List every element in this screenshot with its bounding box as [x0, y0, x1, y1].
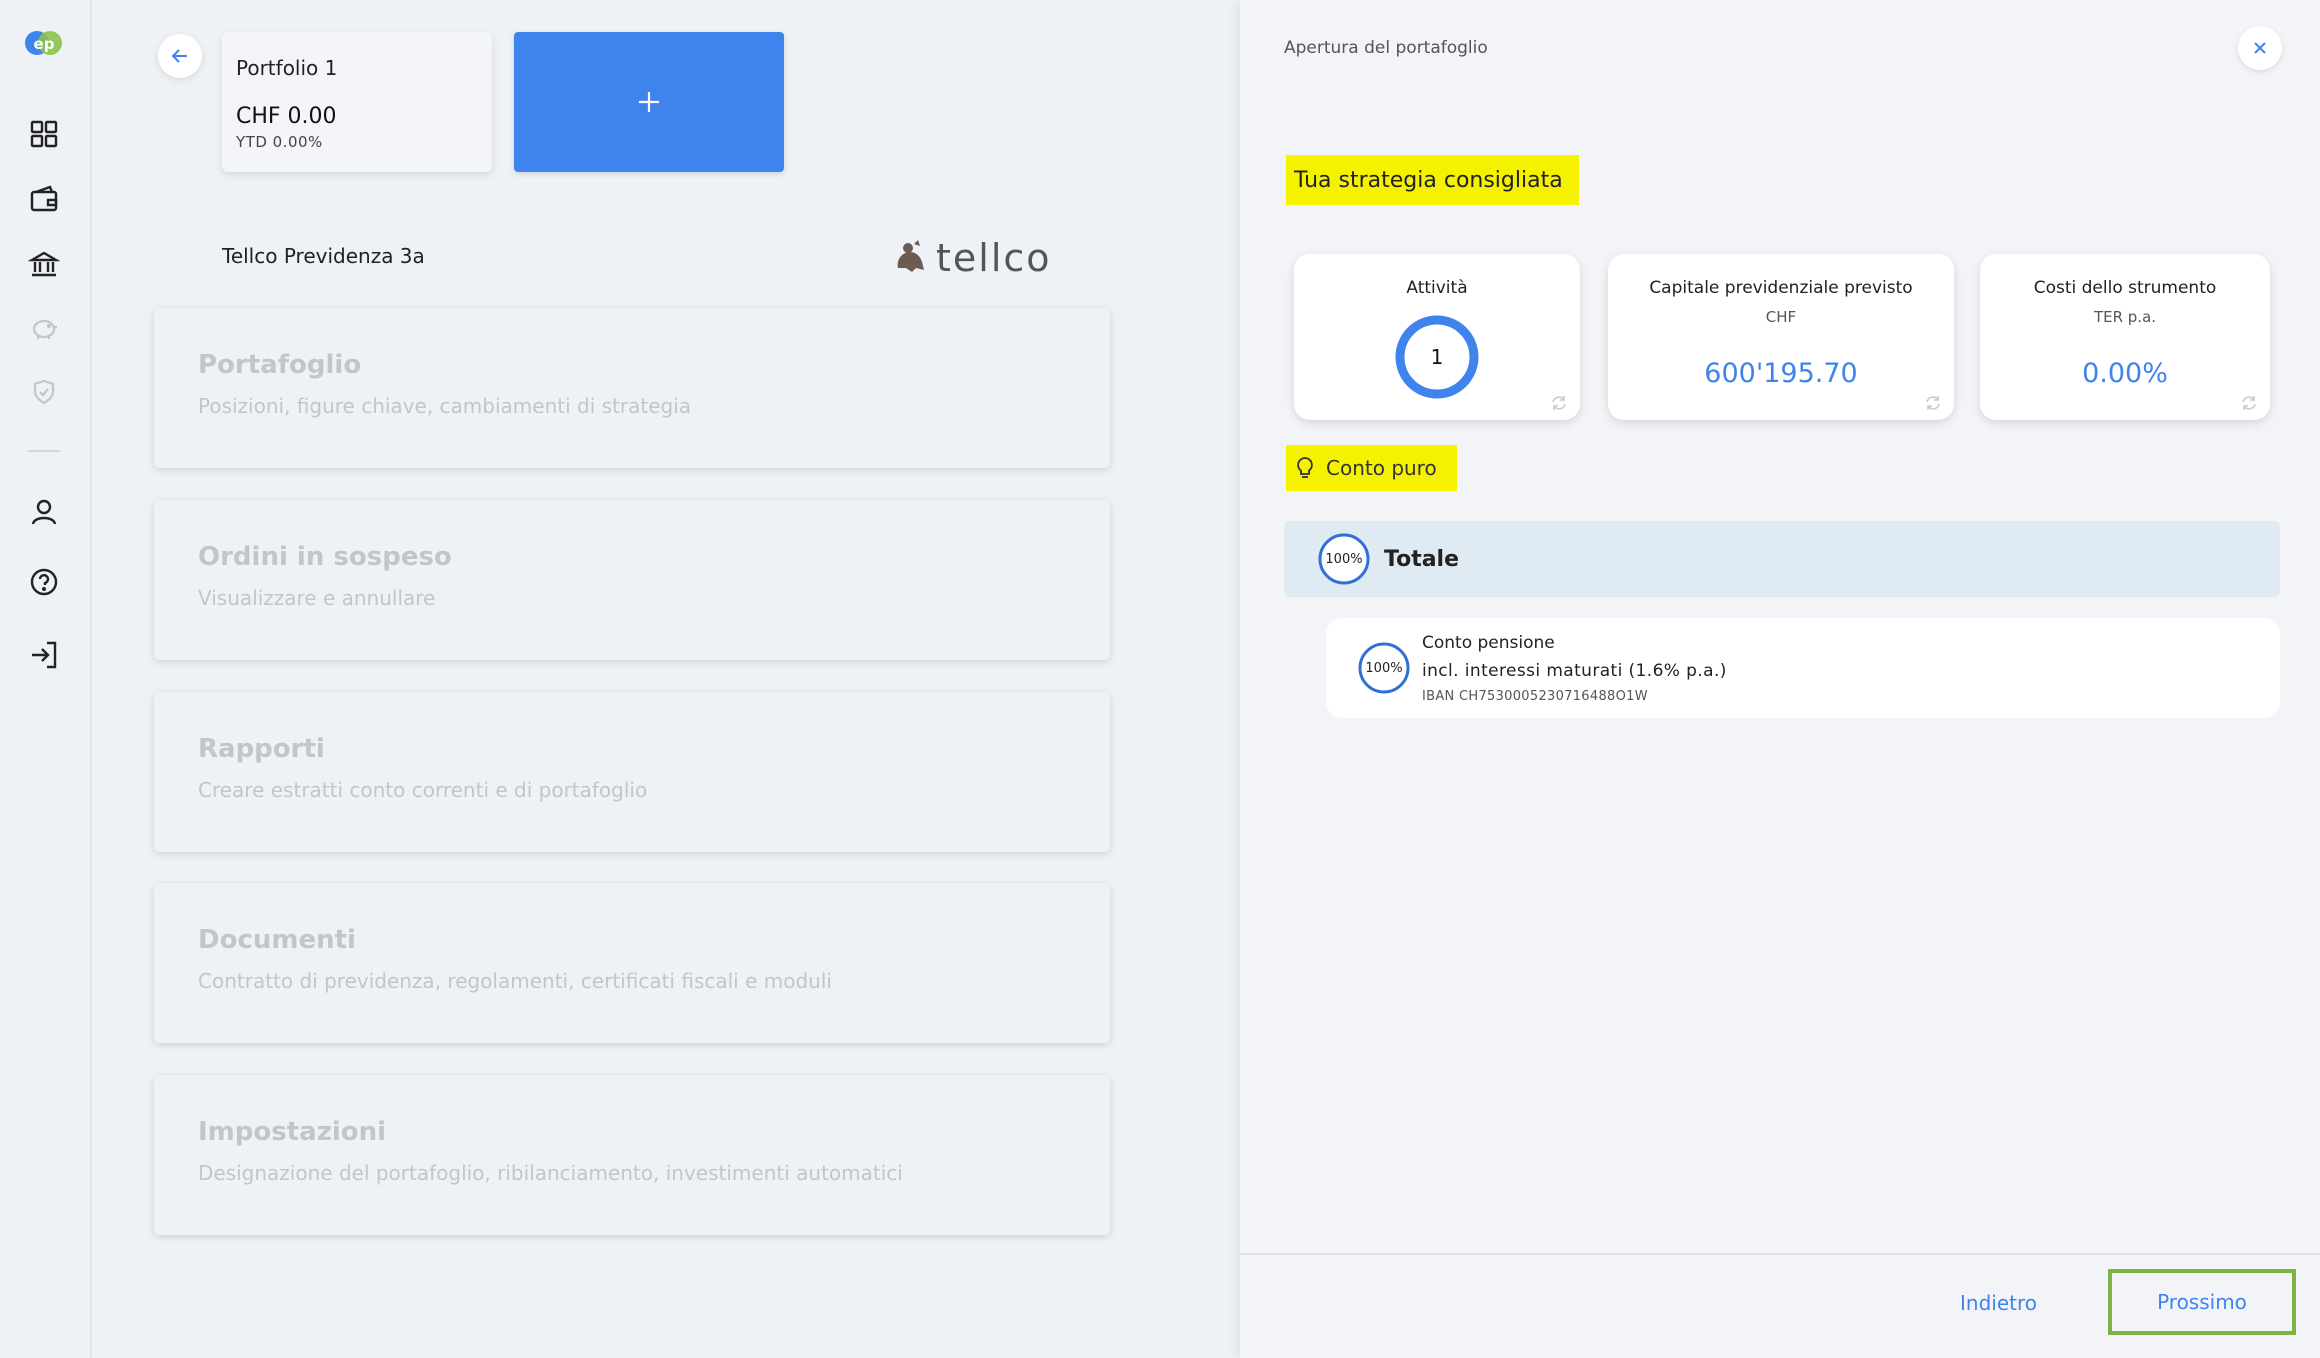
account-percent: 100%: [1365, 660, 1403, 676]
menu-subtitle: Creare estratti conto correnti e di port…: [198, 778, 648, 802]
menu-card-impostazioni[interactable]: Impostazioni Designazione del portafogli…: [154, 1075, 1110, 1235]
main-content: Portfolio 1 CHF 0.00 YTD 0.00% Tellco Pr…: [92, 0, 1240, 1358]
add-portfolio-button[interactable]: [514, 32, 784, 172]
menu-title: Ordini in sospeso: [198, 542, 452, 572]
menu-title: Portafoglio: [198, 350, 362, 380]
activity-card: Attività 1: [1294, 254, 1580, 420]
tellco-mascot-icon: [897, 240, 924, 272]
sidebar-divider: [28, 450, 60, 452]
total-row: 100% Totale: [1284, 521, 2280, 597]
lightbulb-icon: [1297, 457, 1313, 478]
costs-card: Costi dello strumento TER p.a. 0.00%: [1980, 254, 2270, 420]
capital-card: Capitale previdenziale previsto CHF 600'…: [1608, 254, 1954, 420]
menu-card-rapporti[interactable]: Rapporti Creare estratti conto correnti …: [154, 692, 1110, 852]
costs-title: Costi dello strumento: [2033, 278, 2217, 298]
shield-icon[interactable]: [26, 374, 62, 410]
account-percent-circle: 100%: [1358, 642, 1410, 694]
app-logo[interactable]: ep: [24, 27, 64, 59]
total-percent-circle: 100%: [1318, 533, 1370, 585]
brand-text: tellco: [936, 236, 1052, 280]
menu-title: Documenti: [198, 925, 356, 955]
refresh-icon[interactable]: [1550, 394, 1568, 412]
menu-title: Rapporti: [198, 734, 325, 764]
piggy-bank-icon[interactable]: [26, 310, 62, 346]
total-label: Totale: [1384, 546, 1460, 572]
capital-title: Capitale previdenziale previsto: [1649, 278, 1913, 298]
arrow-left-icon: [171, 49, 187, 63]
costs-unit: TER p.a.: [2093, 308, 2157, 326]
back-arrow-button[interactable]: [158, 34, 202, 78]
total-percent: 100%: [1325, 551, 1363, 567]
close-icon: [2254, 42, 2266, 54]
menu-card-ordini[interactable]: Ordini in sospeso Visualizzare e annulla…: [154, 500, 1110, 660]
account-row: 100% Conto pensione incl. interessi matu…: [1326, 618, 2280, 718]
portfolio-name: Portfolio 1: [236, 56, 338, 80]
portfolio-ytd: YTD 0.00%: [236, 133, 323, 151]
panel-title: Apertura del portafoglio: [1284, 38, 1488, 58]
menu-card-documenti[interactable]: Documenti Contratto di previdenza, regol…: [154, 883, 1110, 1043]
capital-unit: CHF: [1765, 308, 1797, 326]
conto-puro-label: Conto puro: [1286, 445, 1457, 491]
conto-puro-text: Conto puro: [1326, 456, 1437, 480]
menu-subtitle: Visualizzare e annullare: [198, 586, 436, 610]
help-icon[interactable]: [26, 564, 62, 600]
menu-subtitle: Posizioni, figure chiave, cambiamenti di…: [198, 394, 692, 418]
close-button[interactable]: [2238, 26, 2282, 70]
logout-icon[interactable]: [26, 637, 62, 673]
account-iban: IBAN CH7530005230716488O1W: [1422, 688, 1648, 704]
user-icon[interactable]: [26, 494, 62, 530]
menu-subtitle: Designazione del portafoglio, ribilancia…: [198, 1161, 903, 1185]
activity-title: Attività: [1406, 278, 1468, 298]
next-button[interactable]: Prossimo: [2108, 1269, 2296, 1335]
portfolio-card[interactable]: Portfolio 1 CHF 0.00 YTD 0.00%: [222, 32, 492, 172]
strategy-label: Tua strategia consigliata: [1286, 155, 1579, 205]
refresh-icon[interactable]: [2240, 394, 2258, 412]
dashboard-icon[interactable]: [26, 116, 62, 152]
sidebar: ep: [0, 0, 92, 1358]
account-name: Conto pensione: [1422, 632, 1555, 653]
menu-subtitle: Contratto di previdenza, regolamenti, ce…: [198, 969, 832, 993]
activity-count: 1: [1430, 345, 1444, 369]
plus-icon: [639, 92, 659, 112]
portfolio-value: CHF 0.00: [236, 104, 337, 129]
bank-icon[interactable]: [26, 246, 62, 282]
panel-footer: Indietro Prossimo: [1240, 1253, 2320, 1358]
menu-title: Impostazioni: [198, 1117, 387, 1147]
provider-name: Tellco Previdenza 3a: [222, 244, 425, 268]
wallet-icon[interactable]: [26, 181, 62, 217]
menu-card-portafoglio[interactable]: Portafoglio Posizioni, figure chiave, ca…: [154, 308, 1110, 468]
logo-text: ep: [34, 35, 55, 53]
costs-value: 0.00%: [2082, 358, 2168, 389]
brand-logo: tellco: [890, 234, 1052, 282]
activity-donut: 1: [1394, 314, 1480, 400]
portfolio-opening-panel: Apertura del portafoglio Tua strategia c…: [1240, 0, 2320, 1358]
refresh-icon[interactable]: [1924, 394, 1942, 412]
account-interest: incl. interessi maturati (1.6% p.a.): [1422, 660, 1727, 681]
back-button[interactable]: Indietro: [1960, 1291, 2037, 1315]
capital-value: 600'195.70: [1704, 358, 1858, 389]
